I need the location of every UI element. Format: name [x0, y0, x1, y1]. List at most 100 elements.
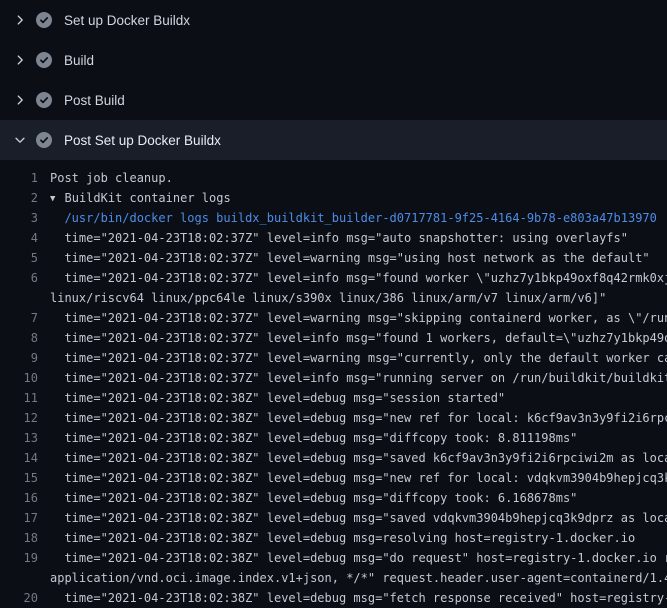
check-circle-icon: [36, 132, 52, 148]
log-line: 18 time="2021-04-23T18:02:38Z" level=deb…: [0, 528, 667, 548]
log-line-text: time="2021-04-23T18:02:37Z" level=info m…: [50, 268, 667, 288]
log-line: 15 time="2021-04-23T18:02:38Z" level=deb…: [0, 468, 667, 488]
log-line-number[interactable]: 16: [0, 488, 38, 508]
log-line-number[interactable]: 10: [0, 368, 38, 388]
log-line-text: time="2021-04-23T18:02:38Z" level=debug …: [50, 588, 667, 608]
log-line-text: Post job cleanup.: [50, 168, 173, 188]
log-line-content: time="2021-04-23T18:02:37Z" level=info m…: [50, 371, 667, 385]
log-line-text: time="2021-04-23T18:02:38Z" level=debug …: [50, 448, 667, 468]
log-line: 2 ▼BuildKit container logs: [0, 188, 667, 208]
log-line-text: time="2021-04-23T18:02:37Z" level=info m…: [50, 368, 667, 388]
log-line-number[interactable]: 4: [0, 228, 38, 248]
log-line-content: BuildKit container logs: [65, 191, 231, 205]
log-line: 11 time="2021-04-23T18:02:38Z" level=deb…: [0, 388, 667, 408]
check-circle-icon: [36, 12, 52, 28]
step-title: Post Build: [64, 93, 125, 108]
log-line-number[interactable]: 14: [0, 448, 38, 468]
log-line-content: time="2021-04-23T18:02:38Z" level=debug …: [50, 411, 667, 425]
steps-list: Set up Docker Buildx Build: [0, 0, 667, 160]
log-line-content: time="2021-04-23T18:02:37Z" level=warnin…: [50, 251, 650, 265]
step-row-post-build[interactable]: Post Build: [0, 80, 667, 120]
log-line-content: application/vnd.oci.image.index.v1+json,…: [50, 571, 667, 585]
step-row-set-up-docker-buildx[interactable]: Set up Docker Buildx: [0, 0, 667, 40]
log-line-content: time="2021-04-23T18:02:37Z" level=info m…: [50, 271, 667, 285]
log-line: 8 time="2021-04-23T18:02:37Z" level=info…: [0, 328, 667, 348]
check-circle-icon: [36, 52, 52, 68]
log-line: 17 time="2021-04-23T18:02:38Z" level=deb…: [0, 508, 667, 528]
step-title: Set up Docker Buildx: [64, 13, 190, 28]
log-line-number[interactable]: 9: [0, 348, 38, 368]
log-line-text: time="2021-04-23T18:02:38Z" level=debug …: [50, 488, 577, 508]
log-line-number[interactable]: 8: [0, 328, 38, 348]
log-line-text: time="2021-04-23T18:02:37Z" level=info m…: [50, 228, 628, 248]
log-line: 14 time="2021-04-23T18:02:38Z" level=deb…: [0, 448, 667, 468]
log-line-content: time="2021-04-23T18:02:38Z" level=debug …: [50, 531, 635, 545]
log-line-content: time="2021-04-23T18:02:37Z" level=info m…: [50, 231, 628, 245]
log-line-content: /usr/bin/docker logs buildx_buildkit_bui…: [50, 211, 657, 225]
log-line-number[interactable]: [0, 288, 38, 308]
log-line: 5 time="2021-04-23T18:02:37Z" level=warn…: [0, 248, 667, 268]
log-line: 6 time="2021-04-23T18:02:37Z" level=info…: [0, 268, 667, 288]
log-line: application/vnd.oci.image.index.v1+json,…: [0, 568, 667, 588]
log-line-content: Post job cleanup.: [50, 171, 173, 185]
log-line-text: time="2021-04-23T18:02:38Z" level=debug …: [50, 528, 635, 548]
log-line-number[interactable]: 15: [0, 468, 38, 488]
step-title: Build: [64, 53, 94, 68]
log-line-content: time="2021-04-23T18:02:38Z" level=debug …: [50, 471, 667, 485]
log-line: 20 time="2021-04-23T18:02:38Z" level=deb…: [0, 588, 667, 608]
check-circle-icon: [36, 92, 52, 108]
log-line-text: time="2021-04-23T18:02:37Z" level=info m…: [50, 328, 667, 348]
log-line: 19 time="2021-04-23T18:02:38Z" level=deb…: [0, 548, 667, 568]
log-line-number[interactable]: 2: [0, 188, 38, 208]
log-line-text: time="2021-04-23T18:02:37Z" level=warnin…: [50, 348, 667, 368]
log-line-content: time="2021-04-23T18:02:38Z" level=debug …: [50, 391, 505, 405]
chevron-icon: [12, 132, 28, 148]
log-line-text: time="2021-04-23T18:02:38Z" level=debug …: [50, 408, 667, 428]
chevron-icon: [12, 52, 28, 68]
group-collapse-marker-icon[interactable]: ▼: [50, 189, 65, 209]
log-line-text: linux/riscv64 linux/ppc64le linux/s390x …: [50, 288, 606, 308]
log-line-content: time="2021-04-23T18:02:38Z" level=debug …: [50, 451, 667, 465]
chevron-icon: [12, 92, 28, 108]
step-title: Post Set up Docker Buildx: [64, 133, 221, 148]
log-line-number[interactable]: 20: [0, 588, 38, 608]
log-line-content: time="2021-04-23T18:02:37Z" level=warnin…: [50, 351, 667, 365]
log-line: 4 time="2021-04-23T18:02:37Z" level=info…: [0, 228, 667, 248]
log-line-content: time="2021-04-23T18:02:38Z" level=debug …: [50, 591, 667, 605]
log-line: 12 time="2021-04-23T18:02:38Z" level=deb…: [0, 408, 667, 428]
log-line-text: application/vnd.oci.image.index.v1+json,…: [50, 568, 667, 588]
log-line: 1 Post job cleanup.: [0, 168, 667, 188]
log-line-number[interactable]: 19: [0, 548, 38, 568]
log-line-number[interactable]: 11: [0, 388, 38, 408]
log-line-text: time="2021-04-23T18:02:38Z" level=debug …: [50, 548, 667, 568]
log-line-content: time="2021-04-23T18:02:38Z" level=debug …: [50, 431, 577, 445]
step-row-post-set-up-docker-buildx[interactable]: Post Set up Docker Buildx: [0, 120, 667, 160]
step-row-build[interactable]: Build: [0, 40, 667, 80]
log-line-number[interactable]: 5: [0, 248, 38, 268]
log-line: 16 time="2021-04-23T18:02:38Z" level=deb…: [0, 488, 667, 508]
log-line-number[interactable]: 17: [0, 508, 38, 528]
log-line: linux/riscv64 linux/ppc64le linux/s390x …: [0, 288, 667, 308]
log-line: 10 time="2021-04-23T18:02:37Z" level=inf…: [0, 368, 667, 388]
log-line-number[interactable]: 18: [0, 528, 38, 548]
log-line: 13 time="2021-04-23T18:02:38Z" level=deb…: [0, 428, 667, 448]
log-line-number[interactable]: 12: [0, 408, 38, 428]
log-line-text: time="2021-04-23T18:02:38Z" level=debug …: [50, 508, 667, 528]
log-line-text: time="2021-04-23T18:02:37Z" level=warnin…: [50, 308, 667, 328]
log-line-content: time="2021-04-23T18:02:37Z" level=info m…: [50, 331, 667, 345]
log-line-text: ▼BuildKit container logs: [50, 188, 231, 208]
log-line: 9 time="2021-04-23T18:02:37Z" level=warn…: [0, 348, 667, 368]
log-line-number[interactable]: 3: [0, 208, 38, 228]
log-line-content: time="2021-04-23T18:02:38Z" level=debug …: [50, 511, 667, 525]
log-line-number[interactable]: 6: [0, 268, 38, 288]
log-line: 7 time="2021-04-23T18:02:37Z" level=warn…: [0, 308, 667, 328]
log-area: 1 Post job cleanup. 2 ▼BuildKit containe…: [0, 160, 667, 608]
log-line-number[interactable]: 1: [0, 168, 38, 188]
log-line-text: /usr/bin/docker logs buildx_buildkit_bui…: [50, 208, 657, 228]
log-line-text: time="2021-04-23T18:02:38Z" level=debug …: [50, 388, 505, 408]
log-line-number[interactable]: 7: [0, 308, 38, 328]
log-line-number[interactable]: 13: [0, 428, 38, 448]
log-line-number[interactable]: [0, 568, 38, 588]
log-line-text: time="2021-04-23T18:02:38Z" level=debug …: [50, 428, 577, 448]
log-line-content: time="2021-04-23T18:02:37Z" level=warnin…: [50, 311, 667, 325]
